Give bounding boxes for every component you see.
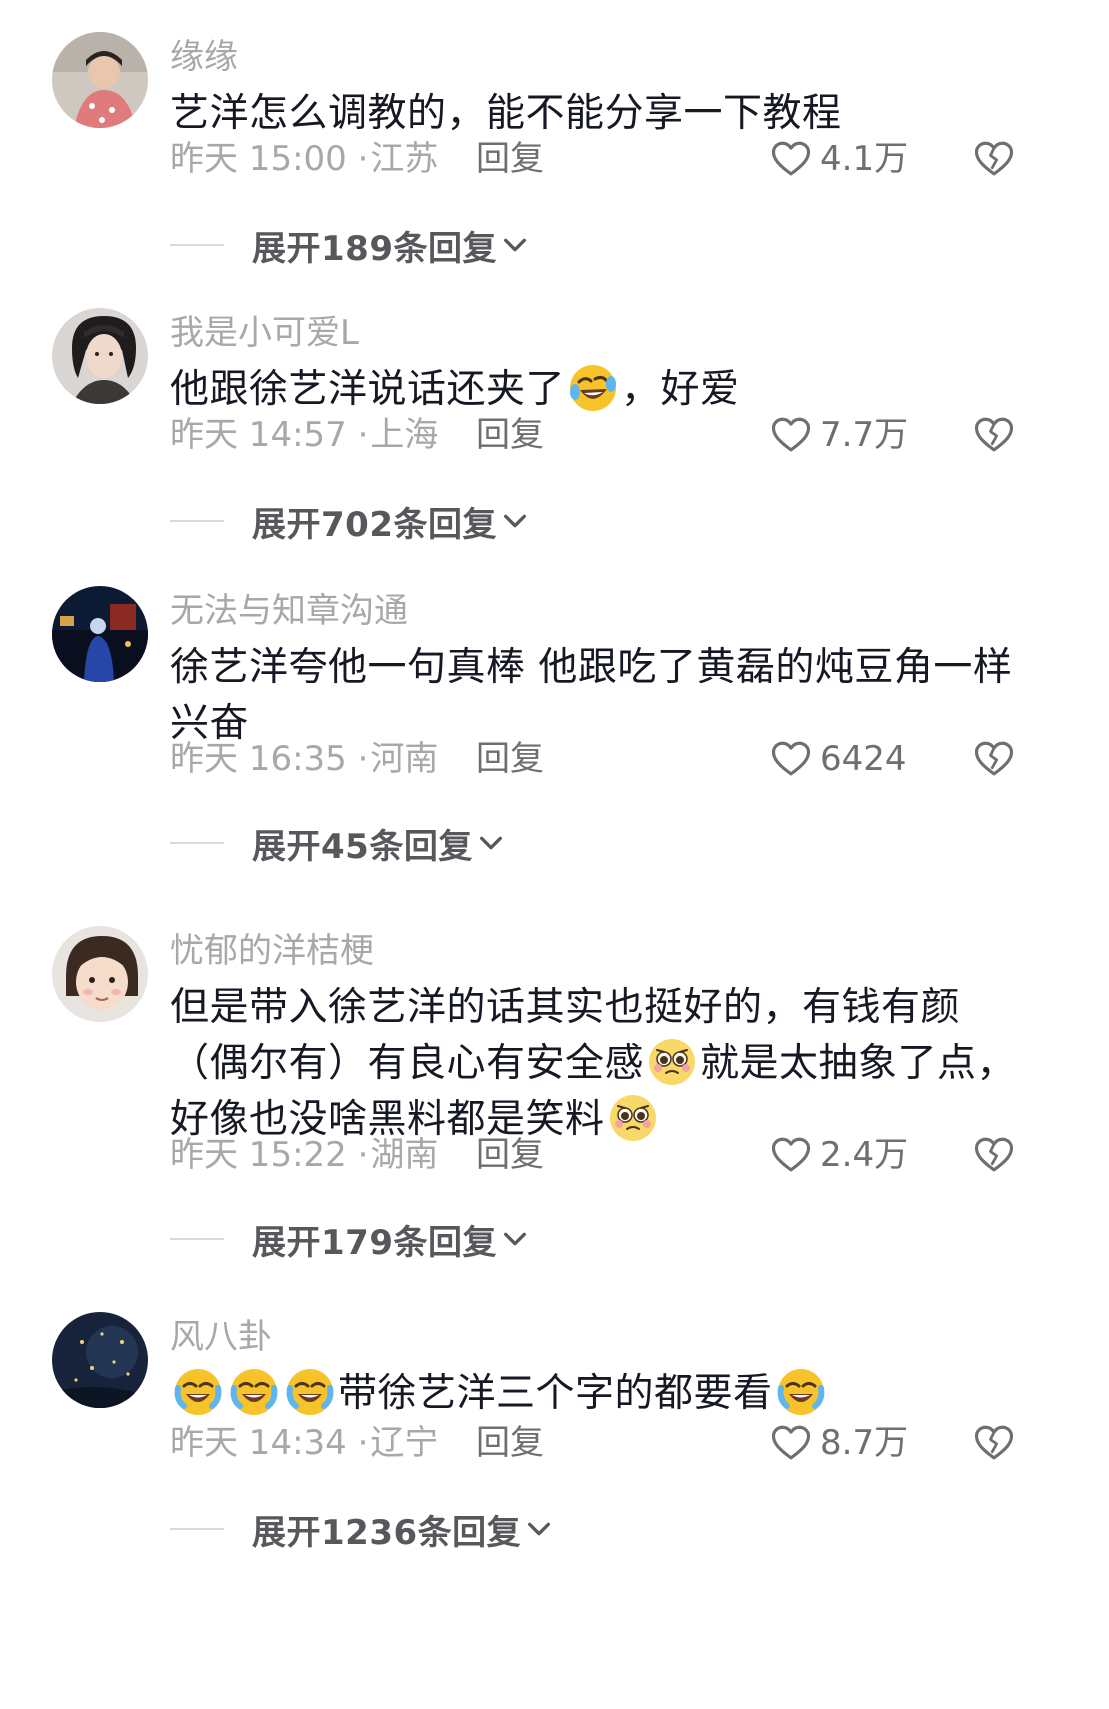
- like-count: 6424: [820, 739, 907, 779]
- reply-button[interactable]: 回复: [476, 412, 544, 458]
- like-button[interactable]: 4.1万: [770, 136, 908, 182]
- timestamp: 昨天 15:00 ·: [170, 139, 369, 179]
- like-count: 8.7万: [820, 1423, 909, 1463]
- crying-laughing-emoji-icon: [775, 1366, 827, 1418]
- comment-meta: 昨天 16:35 ·河南: [170, 736, 438, 782]
- comment-text: 他跟徐艺洋说话还夹了 ，好爱: [170, 362, 1030, 418]
- timestamp: 昨天 15:22 ·: [170, 1135, 369, 1175]
- dislike-button[interactable]: [970, 136, 1018, 182]
- expand-replies-label: 展开702条回复: [252, 504, 497, 545]
- like-button[interactable]: 7.7万: [770, 412, 908, 458]
- comment-meta: 昨天 15:22 ·湖南: [170, 1132, 438, 1178]
- broken-heart-icon: [973, 414, 1015, 456]
- heart-outline-icon: [770, 738, 812, 780]
- dislike-button[interactable]: [970, 1420, 1018, 1466]
- pleading-face-emoji-icon: [607, 1092, 659, 1144]
- reply-button[interactable]: 回复: [476, 1132, 544, 1178]
- like-count: 2.4万: [820, 1135, 909, 1175]
- avatar[interactable]: [52, 586, 148, 682]
- comment-text-part: 他跟徐艺洋说话还夹了: [170, 367, 566, 412]
- broken-heart-icon: [973, 1134, 1015, 1176]
- comment-text-part: 徐艺洋夸他一句真棒 他跟吃了黄磊的炖豆角一样兴奋: [170, 645, 1013, 746]
- chevron-down-icon: [501, 231, 529, 259]
- username[interactable]: 缘缘: [170, 34, 238, 80]
- expand-replies-button[interactable]: 展开1236条回复: [170, 1506, 553, 1553]
- broken-heart-icon: [973, 738, 1015, 780]
- location: 湖南: [370, 1135, 439, 1175]
- expand-replies-button[interactable]: 展开189条回复: [170, 222, 529, 269]
- like-button[interactable]: 6424: [770, 736, 907, 782]
- avatar[interactable]: [52, 1312, 148, 1408]
- username[interactable]: 无法与知章沟通: [170, 588, 408, 634]
- expand-replies-label: 展开189条回复: [252, 228, 497, 269]
- timestamp: 昨天 14:57 ·: [170, 415, 369, 455]
- divider: [170, 842, 224, 844]
- chevron-down-icon: [525, 1515, 553, 1543]
- comment-text-part: 艺洋怎么调教的，能不能分享一下教程: [170, 91, 842, 136]
- heart-outline-icon: [770, 414, 812, 456]
- like-count: 7.7万: [820, 415, 909, 455]
- rolling-laughing-emoji-icon: [567, 362, 619, 414]
- dislike-button[interactable]: [970, 736, 1018, 782]
- like-button[interactable]: 2.4万: [770, 1132, 908, 1178]
- crying-laughing-emoji-icon: [284, 1366, 336, 1418]
- location: 河南: [370, 739, 439, 779]
- comment-text: 艺洋怎么调教的，能不能分享一下教程: [170, 86, 1030, 142]
- heart-outline-icon: [770, 1422, 812, 1464]
- reply-button[interactable]: 回复: [476, 736, 544, 782]
- expand-replies-button[interactable]: 展开179条回复: [170, 1216, 529, 1263]
- expand-replies-label: 展开1236条回复: [252, 1512, 522, 1553]
- crying-laughing-emoji-icon: [228, 1366, 280, 1418]
- comment-text-part: ，好爱: [621, 367, 740, 412]
- crying-laughing-emoji-icon: [172, 1366, 224, 1418]
- username[interactable]: 我是小可爱L: [170, 310, 359, 356]
- expand-replies-button[interactable]: 展开45条回复: [170, 820, 505, 867]
- reply-button[interactable]: 回复: [476, 1420, 544, 1466]
- comment-meta: 昨天 14:34 ·辽宁: [170, 1420, 438, 1466]
- dislike-button[interactable]: [970, 1132, 1018, 1178]
- divider: [170, 1238, 224, 1240]
- heart-outline-icon: [770, 1134, 812, 1176]
- broken-heart-icon: [973, 138, 1015, 180]
- comment-meta: 昨天 14:57 ·上海: [170, 412, 438, 458]
- like-button[interactable]: 8.7万: [770, 1420, 908, 1466]
- divider: [170, 1528, 224, 1530]
- dislike-button[interactable]: [970, 412, 1018, 458]
- avatar[interactable]: [52, 308, 148, 404]
- chevron-down-icon: [501, 1225, 529, 1253]
- chevron-down-icon: [477, 829, 505, 857]
- timestamp: 昨天 16:35 ·: [170, 739, 369, 779]
- chevron-down-icon: [501, 507, 529, 535]
- username[interactable]: 风八卦: [170, 1314, 272, 1360]
- location: 上海: [370, 415, 439, 455]
- location: 辽宁: [370, 1423, 439, 1463]
- comment-text: 但是带入徐艺洋的话其实也挺好的，有钱有颜（偶尔有）有良心有安全感 就是太抽象了点，…: [170, 980, 1030, 1148]
- pleading-face-emoji-icon: [646, 1036, 698, 1088]
- expand-replies-button[interactable]: 展开702条回复: [170, 498, 529, 545]
- comment-text-part: 带徐艺洋三个字的都要看: [338, 1371, 773, 1416]
- avatar[interactable]: [52, 32, 148, 128]
- comment-meta: 昨天 15:00 ·江苏: [170, 136, 438, 182]
- location: 江苏: [370, 139, 439, 179]
- avatar[interactable]: [52, 926, 148, 1022]
- username[interactable]: 忧郁的洋桔梗: [170, 928, 374, 974]
- reply-button[interactable]: 回复: [476, 136, 544, 182]
- heart-outline-icon: [770, 138, 812, 180]
- expand-replies-label: 展开45条回复: [252, 826, 473, 867]
- divider: [170, 520, 224, 522]
- broken-heart-icon: [973, 1422, 1015, 1464]
- like-count: 4.1万: [820, 139, 909, 179]
- expand-replies-label: 展开179条回复: [252, 1222, 497, 1263]
- timestamp: 昨天 14:34 ·: [170, 1423, 369, 1463]
- divider: [170, 244, 224, 246]
- comment-text: 带徐艺洋三个字的都要看: [170, 1366, 1030, 1422]
